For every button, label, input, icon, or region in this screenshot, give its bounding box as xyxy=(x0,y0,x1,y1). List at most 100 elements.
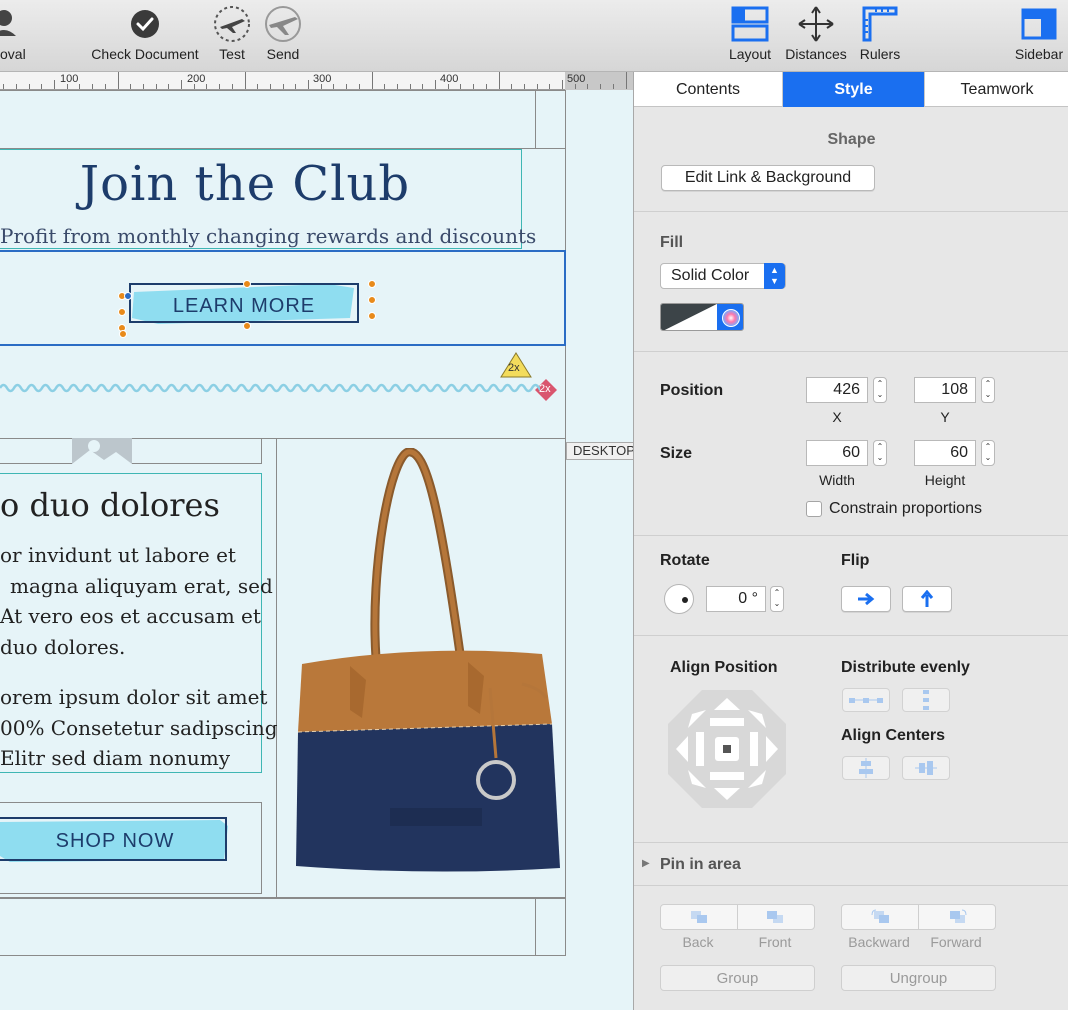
selection-handle[interactable] xyxy=(368,280,376,288)
divider xyxy=(634,842,1068,843)
shop-now-button[interactable]: SHOP NOW xyxy=(0,817,230,864)
position-y-stepper[interactable]: ⌃ ⌄ xyxy=(981,377,995,403)
size-height-stepper[interactable]: ⌃ ⌄ xyxy=(981,440,995,466)
selection-handle[interactable] xyxy=(118,308,126,316)
tab-contents[interactable]: Contents xyxy=(634,72,783,107)
ruler-tick xyxy=(612,84,614,89)
divider xyxy=(634,635,1068,636)
align-center-vertical-button[interactable] xyxy=(902,756,950,780)
distribute-vertical-button[interactable] xyxy=(902,688,950,712)
selection-handle[interactable] xyxy=(368,312,376,320)
subheadline[interactable]: Profit from monthly changing rewards and… xyxy=(0,224,536,248)
distribute-horizontal-button[interactable] xyxy=(842,688,890,712)
constrain-label: Constrain proportions xyxy=(829,500,982,517)
divider xyxy=(634,351,1068,352)
ruler-tick xyxy=(333,84,335,89)
wavy-divider xyxy=(0,383,540,393)
align-centers-title: Align Centers xyxy=(841,727,946,744)
ruler-tick xyxy=(244,72,246,89)
divider xyxy=(634,885,1068,886)
ruler-mark: 100 xyxy=(60,73,79,85)
selection-handle[interactable] xyxy=(243,280,251,288)
text-line: Elitr sed diam nonumy xyxy=(0,746,230,770)
ruler-tick xyxy=(511,84,513,89)
checkmark-icon xyxy=(125,4,165,44)
check-document-button[interactable]: Check Document xyxy=(86,4,204,68)
edit-link-background-button[interactable]: Edit Link & Background xyxy=(661,165,875,191)
retina-warning-badge[interactable]: 2x xyxy=(500,352,532,383)
ruler-tick xyxy=(181,80,182,89)
article-title[interactable]: o duo dolores xyxy=(0,486,220,524)
test-button[interactable]: Test xyxy=(208,4,256,68)
distances-button[interactable]: Distances xyxy=(782,4,850,68)
ruler-tick xyxy=(485,84,487,89)
ruler-tick xyxy=(92,84,94,89)
headline[interactable]: Join the Club xyxy=(0,156,490,212)
group-button[interactable]: Group xyxy=(660,965,815,991)
ungroup-button[interactable]: Ungroup xyxy=(841,965,996,991)
ruler-tick xyxy=(549,84,551,89)
sidebar-toggle-button[interactable]: Sidebar xyxy=(1010,4,1068,68)
article-paragraph[interactable]: orem ipsum dolor sit amet 00% Consetetur… xyxy=(0,682,278,774)
layout-button[interactable]: Layout xyxy=(724,4,776,68)
send-button[interactable]: Send xyxy=(258,4,308,68)
segment-divider xyxy=(737,905,738,929)
divider xyxy=(634,535,1068,536)
position-x-stepper[interactable]: ⌃ ⌄ xyxy=(873,377,887,403)
chevron-updown-icon: ▲ ▼ xyxy=(764,263,785,289)
position-y-field[interactable]: 108 xyxy=(914,377,976,403)
rotate-dial[interactable] xyxy=(664,584,694,614)
segment-divider xyxy=(918,905,919,929)
tab-style[interactable]: Style xyxy=(783,72,925,107)
constrain-checkbox[interactable] xyxy=(806,501,822,517)
bring-to-front-icon[interactable] xyxy=(765,909,785,925)
send-to-back-icon[interactable] xyxy=(689,909,709,925)
disclosure-triangle-icon[interactable]: ▶ xyxy=(642,858,650,869)
x-caption: X xyxy=(832,409,842,425)
selection-handle[interactable] xyxy=(243,322,251,330)
ruler-tick xyxy=(371,72,373,89)
selection-handle[interactable] xyxy=(119,330,127,338)
size-width-stepper[interactable]: ⌃ ⌄ xyxy=(873,440,887,466)
selection-handle[interactable] xyxy=(368,296,376,304)
rotate-field[interactable]: 0 ° xyxy=(706,586,766,612)
email-canvas[interactable]: 100 200 300 400 500 Join the Club Profit… xyxy=(0,72,633,1010)
approval-button[interactable]: oval xyxy=(0,4,34,68)
approval-label: oval xyxy=(0,46,26,62)
size-width-field[interactable]: 60 xyxy=(806,440,868,466)
rotate-stepper[interactable]: ⌃ ⌄ xyxy=(770,586,784,612)
article-paragraph[interactable]: or invidunt ut labore et magna aliquyam … xyxy=(0,540,273,662)
distances-icon xyxy=(796,4,836,44)
ruler-tick xyxy=(282,84,284,89)
ruler-tick xyxy=(3,84,5,89)
horizontal-ruler: 100 200 300 400 500 xyxy=(0,72,633,90)
send-backward-icon[interactable] xyxy=(870,909,892,925)
ruler-tick xyxy=(104,84,106,89)
front-label: Front xyxy=(758,934,792,950)
layout-icon xyxy=(730,4,770,44)
align-position-pad[interactable] xyxy=(666,688,788,810)
rulers-icon xyxy=(860,4,900,44)
rulers-label: Rulers xyxy=(859,46,901,62)
bring-forward-icon[interactable] xyxy=(946,909,968,925)
send-airplane-icon xyxy=(263,4,303,44)
fill-color-well[interactable] xyxy=(660,303,744,331)
ruler-tick xyxy=(219,84,221,89)
handbag-image[interactable] xyxy=(290,448,562,872)
rulers-button[interactable]: Rulers xyxy=(856,4,904,68)
pin-in-area-title[interactable]: Pin in area xyxy=(660,856,741,874)
color-swatch xyxy=(661,304,743,330)
ruler-mark: 200 xyxy=(187,73,206,85)
ruler-tick xyxy=(231,84,233,89)
selection-handle[interactable] xyxy=(124,292,132,300)
size-height-field[interactable]: 60 xyxy=(914,440,976,466)
flip-vertical-button[interactable] xyxy=(902,586,952,612)
align-center-horizontal-icon xyxy=(859,758,873,778)
ruler-tick xyxy=(435,80,436,89)
flip-horizontal-button[interactable] xyxy=(841,586,891,612)
tab-teamwork[interactable]: Teamwork xyxy=(925,72,1068,107)
align-center-horizontal-button[interactable] xyxy=(842,756,890,780)
fill-type-select[interactable]: Solid Color ▲ ▼ xyxy=(660,263,786,289)
align-center-vertical-icon xyxy=(915,761,937,775)
position-x-field[interactable]: 426 xyxy=(806,377,868,403)
